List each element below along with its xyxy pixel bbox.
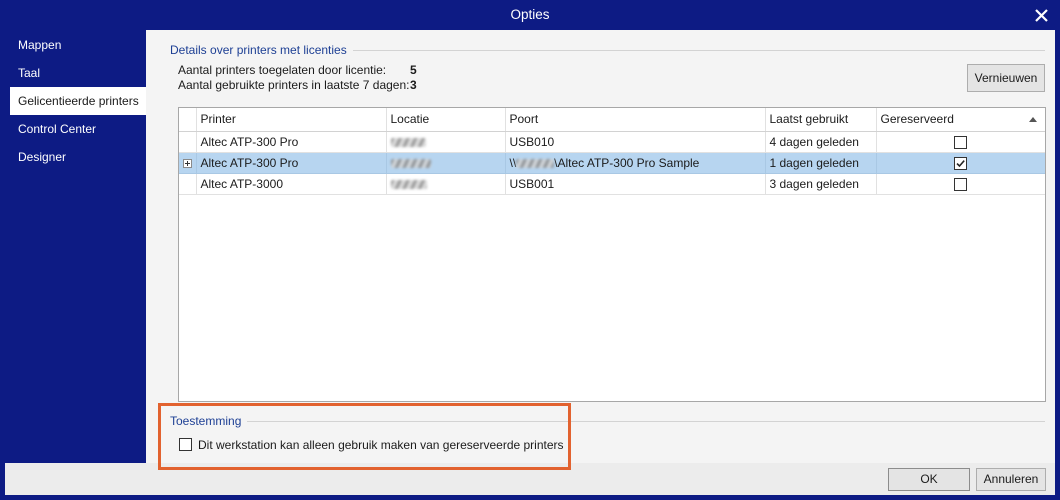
footer-bar: OK Annuleren (5, 463, 1055, 495)
reserved-checkbox[interactable] (954, 156, 968, 170)
ok-button[interactable]: OK (888, 468, 970, 491)
expand-plus-icon[interactable] (183, 158, 192, 168)
reserved-cell (876, 152, 1045, 174)
location-cell (386, 131, 506, 153)
license-details-group-header: Details over printers met licenties (170, 43, 1045, 57)
redacted-value (390, 158, 431, 168)
close-button[interactable] (1034, 8, 1049, 23)
last-used-cell: 1 dagen geleden (765, 152, 877, 174)
reserved-checkbox[interactable] (954, 177, 968, 191)
port-cell: \\ \Altec ATP-300 Pro Sample (505, 152, 766, 174)
checkmark-icon (956, 159, 966, 167)
sidebar-item-taal[interactable]: Taal (10, 59, 146, 87)
divider (352, 49, 1045, 51)
table-header-row: Printer Locatie Poort Laatst gebruikt Ge… (179, 108, 1045, 132)
sidebar-item-licensed-printers[interactable]: Gelicentieerde printers (10, 87, 146, 115)
refresh-button[interactable]: Vernieuwen (967, 64, 1045, 92)
column-header-printer[interactable]: Printer (196, 108, 387, 132)
license-summary: Aantal printers toegelaten door licentie… (178, 63, 417, 93)
printer-table: Printer Locatie Poort Laatst gebruikt Ge… (179, 108, 1045, 195)
table-row[interactable]: Altec ATP-3000 USB001 3 dagen geleden (179, 173, 1045, 195)
last-used-cell: 4 dagen geleden (765, 131, 877, 153)
allowed-printers-row: Aantal printers toegelaten door licentie… (178, 63, 417, 78)
location-cell (386, 152, 506, 174)
printer-name-cell: Altec ATP-300 Pro (196, 152, 387, 174)
allowed-printers-label: Aantal printers toegelaten door licentie… (178, 63, 387, 77)
table-row[interactable]: Altec ATP-300 Pro USB010 4 dagen geleden (179, 131, 1045, 153)
printer-name-cell: Altec ATP-300 Pro (196, 131, 387, 153)
sidebar-item-control-center[interactable]: Control Center (10, 115, 146, 143)
sort-ascending-icon (1029, 117, 1037, 122)
column-header-last-used[interactable]: Laatst gebruikt (765, 108, 877, 132)
column-header-reserved[interactable]: Gereserveerd (876, 108, 1045, 132)
reserved-only-checkbox[interactable] (179, 438, 192, 451)
license-details-heading: Details over printers met licenties (170, 43, 347, 57)
used-printers-row: Aantal gebruikte printers in laatste 7 d… (178, 78, 417, 93)
port-cell: USB001 (505, 173, 766, 195)
window-title: Opties (510, 7, 550, 22)
port-cell: USB010 (505, 131, 766, 153)
expander-cell (179, 152, 197, 174)
printer-name-cell: Altec ATP-3000 (196, 173, 387, 195)
redacted-value (516, 158, 555, 168)
reserved-cell (876, 173, 1045, 195)
expander-cell (179, 173, 197, 195)
cancel-button[interactable]: Annuleren (976, 468, 1046, 491)
column-header-reserved-label: Gereserveerd (880, 112, 954, 127)
content-panel: Details over printers met licenties Aant… (146, 30, 1055, 463)
reserved-checkbox[interactable] (954, 135, 968, 149)
permission-group-header: Toestemming (170, 414, 1045, 428)
reserved-cell (876, 131, 1045, 153)
expander-cell (179, 131, 197, 153)
port-suffix: \Altec ATP-300 Pro Sample (554, 155, 700, 170)
printer-grid[interactable]: Printer Locatie Poort Laatst gebruikt Ge… (178, 107, 1046, 402)
last-used-cell: 3 dagen geleden (765, 173, 877, 195)
close-icon (1035, 9, 1048, 22)
allowed-printers-value: 5 (410, 63, 417, 77)
sidebar-item-designer[interactable]: Designer (10, 143, 146, 171)
redacted-value (390, 179, 427, 189)
sidebar: Mappen Taal Gelicentieerde printers Cont… (5, 30, 146, 463)
used-printers-value: 3 (410, 78, 417, 92)
permission-heading: Toestemming (170, 414, 242, 428)
divider (247, 420, 1045, 422)
redacted-value (390, 137, 426, 147)
sidebar-item-mappen[interactable]: Mappen (10, 31, 146, 59)
table-row[interactable]: Altec ATP-300 Pro \\ \Altec ATP-300 Pro S… (179, 152, 1045, 174)
column-header-location[interactable]: Locatie (386, 108, 506, 132)
column-header-port[interactable]: Poort (505, 108, 766, 132)
port-prefix: \\ (509, 155, 517, 170)
location-cell (386, 173, 506, 195)
used-printers-label: Aantal gebruikte printers in laatste 7 d… (178, 78, 410, 92)
title-bar: Opties (0, 0, 1060, 30)
column-header-expander (179, 108, 197, 132)
reserved-only-label[interactable]: Dit werkstation kan alleen gebruik maken… (198, 438, 564, 452)
